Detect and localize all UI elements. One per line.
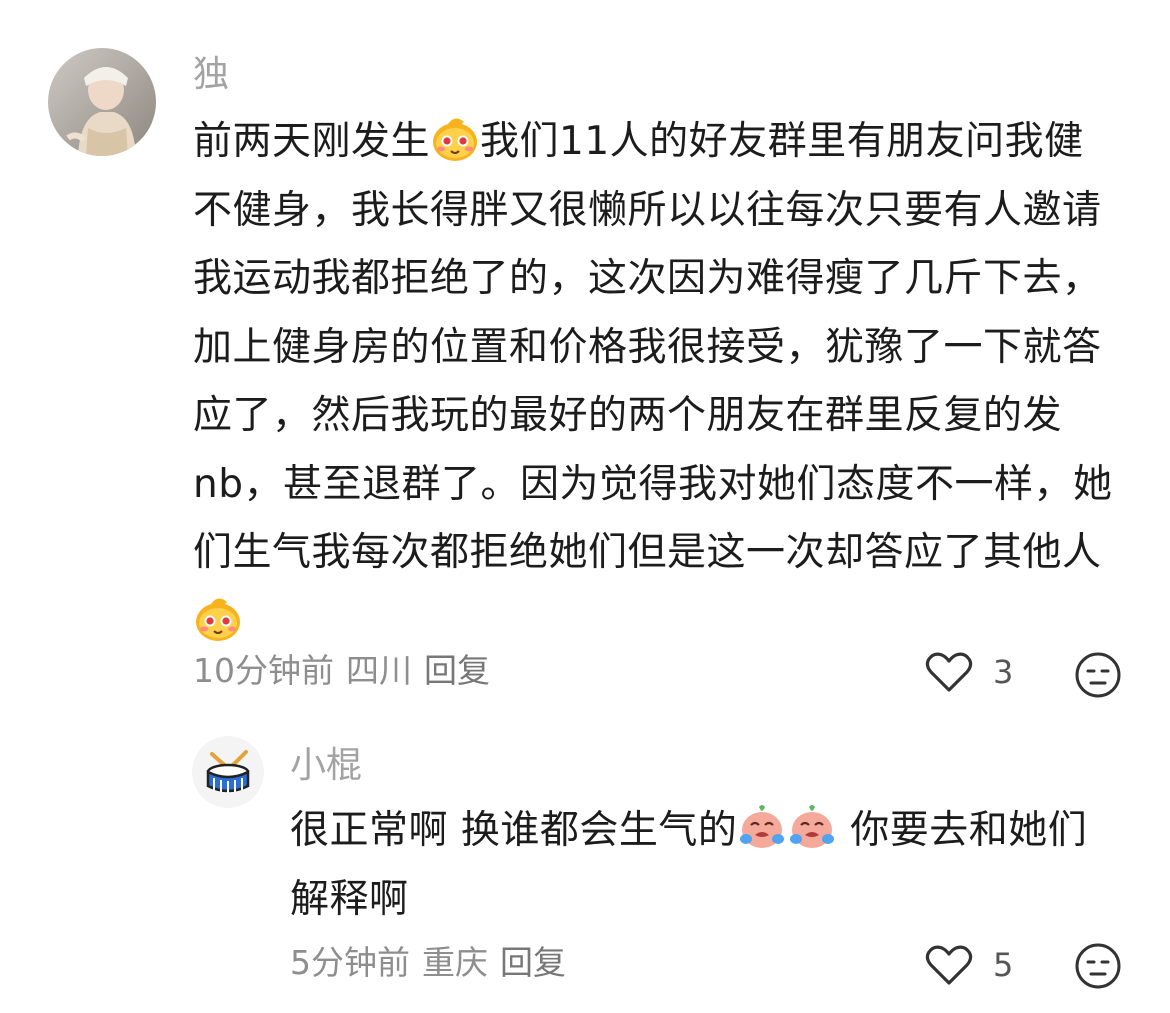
like-count: 5 — [993, 946, 1014, 984]
crying-face-emoji-icon — [790, 805, 835, 848]
comment-meta: 10分钟前 四川 回复 — [193, 651, 502, 691]
shy-face-emoji-icon — [196, 597, 240, 641]
comment-text: 前两天刚发生 我们11人的好友群里有朋友问我健不健身，我长得胖又很懒所以以往每次… — [193, 108, 1123, 656]
reply-button[interactable]: 回复 — [424, 651, 490, 690]
comment-text: 很正常啊 换谁都会生气的 你要去和她们解释啊 — [290, 797, 1120, 934]
like-button[interactable]: 3 — [925, 650, 1013, 694]
comment-time: 5分钟前 — [290, 943, 410, 982]
avatar[interactable] — [192, 736, 264, 808]
comment-location: 四川 — [346, 651, 412, 690]
comment-location: 重庆 — [422, 943, 488, 982]
like-count: 3 — [993, 653, 1014, 691]
unamused-face-icon — [1075, 943, 1121, 989]
drum-icon — [206, 750, 250, 793]
comment-text-part: 很正常啊 换谁都会生气的 — [290, 808, 738, 853]
dislike-button[interactable] — [1074, 651, 1122, 703]
comment-text-part: 我们11人的好友群里有朋友问我健不健身，我长得胖又很懒所以以往每次只要有人邀请我… — [193, 119, 1113, 575]
user-photo-icon — [48, 48, 156, 156]
reply-button[interactable]: 回复 — [500, 943, 566, 982]
heart-icon — [925, 945, 973, 985]
comment-item: 独 前两天刚发生 我们11人的好友群里有朋友问我健不健身，我长得胖又很懒所以以往… — [0, 0, 1170, 720]
heart-icon — [925, 652, 973, 692]
shy-face-emoji-icon — [433, 118, 478, 161]
reply-comment-item: 小棍 很正常啊 换谁都会生气的 你要去和她们解释啊 5分钟前 重庆 回复 5 — [0, 720, 1170, 1013]
username[interactable]: 小棍 — [290, 744, 362, 788]
comment-text-part: 前两天刚发生 — [193, 119, 431, 164]
unamused-face-icon — [1075, 652, 1121, 698]
comment-meta: 5分钟前 重庆 回复 — [290, 943, 578, 983]
username[interactable]: 独 — [193, 53, 229, 97]
crying-face-emoji-icon — [740, 805, 785, 848]
comment-time: 10分钟前 — [193, 651, 334, 690]
avatar[interactable] — [48, 48, 156, 156]
dislike-button[interactable] — [1074, 942, 1122, 994]
like-button[interactable]: 5 — [925, 943, 1013, 987]
